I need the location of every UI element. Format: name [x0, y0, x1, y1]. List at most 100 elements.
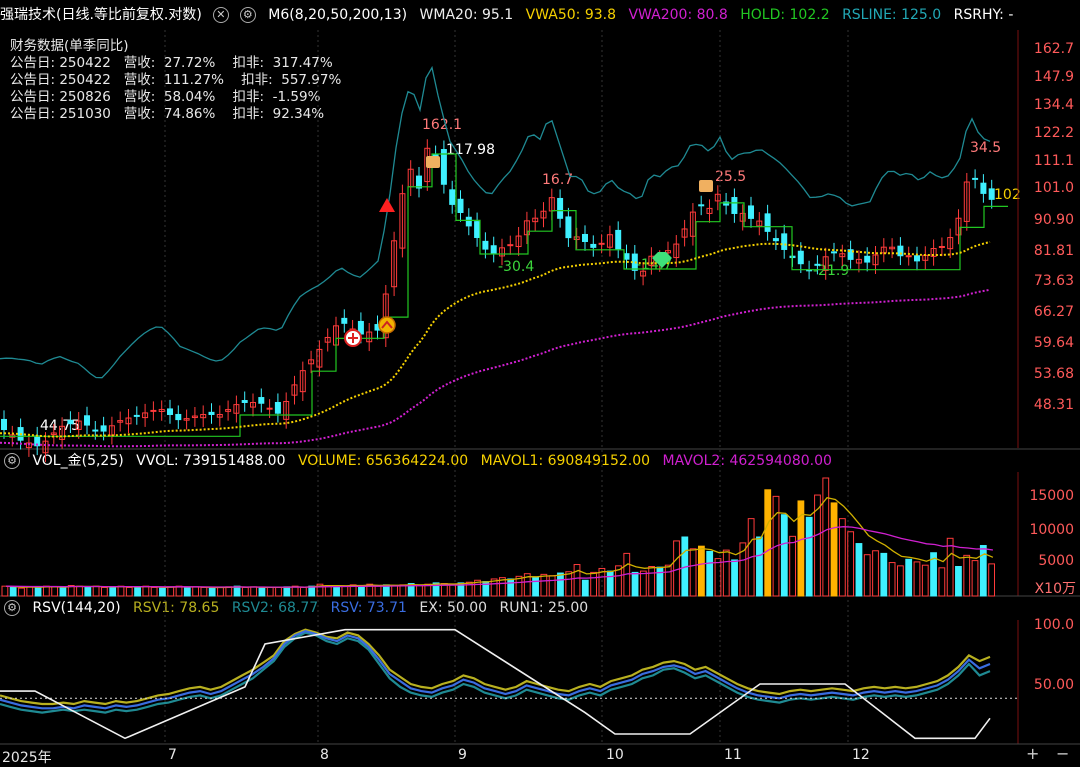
candle-body: [258, 397, 265, 404]
candle-body: [175, 413, 182, 421]
volume-bar: [150, 586, 158, 597]
volume-bar: [142, 585, 150, 597]
candle-body: [440, 149, 447, 185]
volume-bar: [897, 565, 904, 597]
volume-bar: [565, 571, 573, 597]
volume-bar: [391, 585, 399, 597]
volume-bar: [175, 585, 183, 597]
volume-bar: [921, 564, 929, 597]
volume-bar: [92, 585, 100, 597]
volume-bar: [805, 516, 813, 597]
volume-bar: [183, 586, 191, 597]
volume-bar: [125, 586, 133, 597]
candle-body: [831, 251, 837, 254]
volume-bar: [26, 586, 34, 597]
candle-body: [150, 409, 157, 412]
volume-bar: [109, 586, 117, 597]
candle-body: [341, 317, 348, 324]
volume-bar: [217, 586, 224, 597]
chevron-up-icon: [378, 316, 396, 334]
volume-bar: [9, 586, 17, 597]
volume-bar: [963, 554, 971, 597]
candle-body: [938, 246, 945, 249]
candle-body: [772, 238, 779, 242]
candle-body: [482, 240, 489, 250]
volume-bar: [101, 586, 108, 597]
candle-body: [615, 229, 622, 250]
volume-bar: [689, 548, 697, 597]
candle-body: [864, 255, 871, 263]
candle-body: [598, 242, 605, 245]
volume-bar: [134, 586, 141, 597]
volume-bar: [955, 566, 962, 597]
diamond-icon: [652, 252, 672, 268]
candle-body: [972, 177, 979, 180]
volume-bar: [913, 561, 921, 597]
rsv2-series: [0, 631, 991, 714]
note-icon: [426, 156, 440, 168]
volume-bar: [540, 573, 548, 597]
volume-bar: [698, 545, 705, 597]
volume-bar: [855, 543, 863, 597]
candle-body: [748, 205, 754, 219]
volume-bar: [416, 585, 423, 597]
candle-body: [133, 414, 140, 417]
rsline-series: [0, 65, 991, 379]
volume-bar: [117, 585, 125, 597]
volume-bar: [822, 477, 830, 597]
volume-bar: [42, 585, 50, 597]
volume-bar: [756, 536, 763, 597]
volume-bar: [84, 586, 92, 597]
candle-body: [797, 250, 804, 265]
volume-bar: [830, 502, 838, 597]
candle-body: [507, 244, 514, 247]
volume-bar: [200, 586, 208, 597]
candle-body: [457, 198, 464, 213]
candle-body: [698, 204, 705, 207]
volume-bar: [863, 554, 871, 597]
volume-bar: [764, 489, 772, 597]
volume-bar: [341, 585, 349, 597]
volume-bar: [789, 535, 796, 597]
candle-body: [905, 255, 912, 258]
candle-body: [266, 407, 273, 410]
volume-bar: [706, 550, 714, 597]
rsv-series: [0, 629, 991, 710]
volume-bar: [938, 567, 946, 597]
volume-bar: [838, 518, 846, 597]
volume-bar: [606, 570, 614, 597]
x-grid: [164, 30, 849, 744]
candle-body: [84, 415, 90, 426]
candle-body: [274, 401, 281, 414]
volume-bar: [847, 531, 855, 597]
volume-bar: [76, 585, 83, 597]
vwa50-series: [0, 241, 991, 438]
volume-bar: [59, 586, 67, 597]
volume-bar: [590, 571, 597, 597]
candle-body: [731, 197, 738, 214]
volume-bar: [946, 537, 954, 597]
volume-bar: [358, 585, 365, 597]
candle-body: [241, 400, 248, 403]
volume-bar: [241, 586, 249, 597]
vwa200-series: [0, 288, 991, 448]
volume-bar: [374, 585, 382, 597]
candle-body: [432, 154, 439, 157]
candle-body: [465, 216, 472, 227]
volume-bar: [656, 566, 664, 597]
volume-bar: [507, 578, 515, 597]
candle-body: [781, 233, 788, 250]
candle-body: [582, 233, 588, 242]
volume-bar: [159, 587, 166, 597]
hold-series: [0, 153, 1008, 437]
volume-bar: [34, 586, 42, 597]
volume-bar: [872, 550, 879, 597]
volume-bar: [888, 562, 896, 597]
volume-bar: [167, 586, 175, 597]
volume-bar: [557, 572, 564, 597]
candle-body: [1, 418, 7, 431]
volume-bar: [208, 587, 216, 597]
candle-body: [764, 213, 771, 232]
volume-bar: [258, 587, 266, 597]
candle-body: [914, 255, 920, 262]
